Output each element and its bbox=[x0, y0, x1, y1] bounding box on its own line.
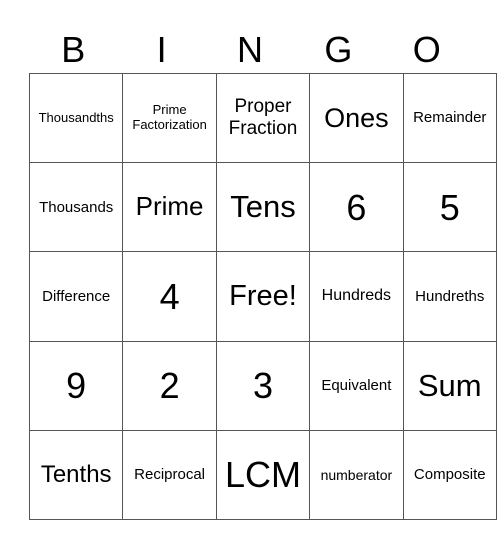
bingo-cell[interactable]: Ones bbox=[309, 72, 404, 164]
bingo-cell[interactable]: 2 bbox=[122, 340, 217, 431]
bingo-cell[interactable]: 5 bbox=[402, 162, 497, 253]
bingo-cell[interactable]: Composite bbox=[402, 429, 497, 520]
header-letter-n: N bbox=[236, 29, 263, 70]
bingo-cell[interactable]: Hundreds bbox=[309, 251, 404, 342]
header-letter-g: G bbox=[324, 29, 353, 70]
bingo-cell[interactable]: Thousandths bbox=[28, 72, 124, 164]
bingo-cell[interactable]: Difference bbox=[28, 251, 124, 342]
grid-row: Thousandths Prime Factorization Proper F… bbox=[28, 72, 497, 164]
bingo-cell[interactable]: Proper Fraction bbox=[215, 72, 311, 164]
bingo-cell[interactable]: numberator bbox=[309, 429, 404, 520]
bingo-cell[interactable]: Equivalent bbox=[309, 340, 404, 431]
grid-row: 9 2 3 Equivalent Sum bbox=[28, 340, 497, 431]
bingo-cell[interactable]: LCM bbox=[215, 429, 311, 520]
bingo-cell[interactable]: Thousands bbox=[28, 162, 124, 253]
bingo-cell[interactable]: 6 bbox=[309, 162, 404, 253]
bingo-cell[interactable]: 4 bbox=[122, 251, 217, 342]
bingo-cell[interactable]: Tens bbox=[215, 162, 311, 253]
bingo-cell[interactable]: Hundreths bbox=[402, 251, 497, 342]
grid-row: Difference 4 Free! Hundreds Hundreths bbox=[28, 251, 497, 342]
bingo-header: B I N G O bbox=[29, 28, 471, 72]
bingo-cell[interactable]: Tenths bbox=[28, 429, 124, 520]
grid-row: Tenths Reciprocal LCM numberator Composi… bbox=[28, 429, 497, 520]
grid-row: Thousands Prime Tens 6 5 bbox=[28, 162, 497, 253]
bingo-grid: Thousandths Prime Factorization Proper F… bbox=[28, 72, 497, 520]
header-letter-o: O bbox=[412, 29, 441, 70]
bingo-cell[interactable]: Reciprocal bbox=[122, 429, 217, 520]
header-letter-b: B bbox=[61, 29, 86, 70]
bingo-cell[interactable]: 3 bbox=[215, 340, 311, 431]
bingo-cell[interactable]: 9 bbox=[28, 340, 124, 431]
bingo-cell[interactable]: Prime bbox=[122, 162, 217, 253]
bingo-cell[interactable]: Free! bbox=[215, 251, 311, 342]
bingo-cell[interactable]: Sum bbox=[402, 340, 497, 431]
bingo-cell[interactable]: Prime Factorization bbox=[122, 72, 217, 164]
bingo-cell[interactable]: Remainder bbox=[402, 72, 497, 164]
header-letter-i: I bbox=[156, 29, 167, 70]
